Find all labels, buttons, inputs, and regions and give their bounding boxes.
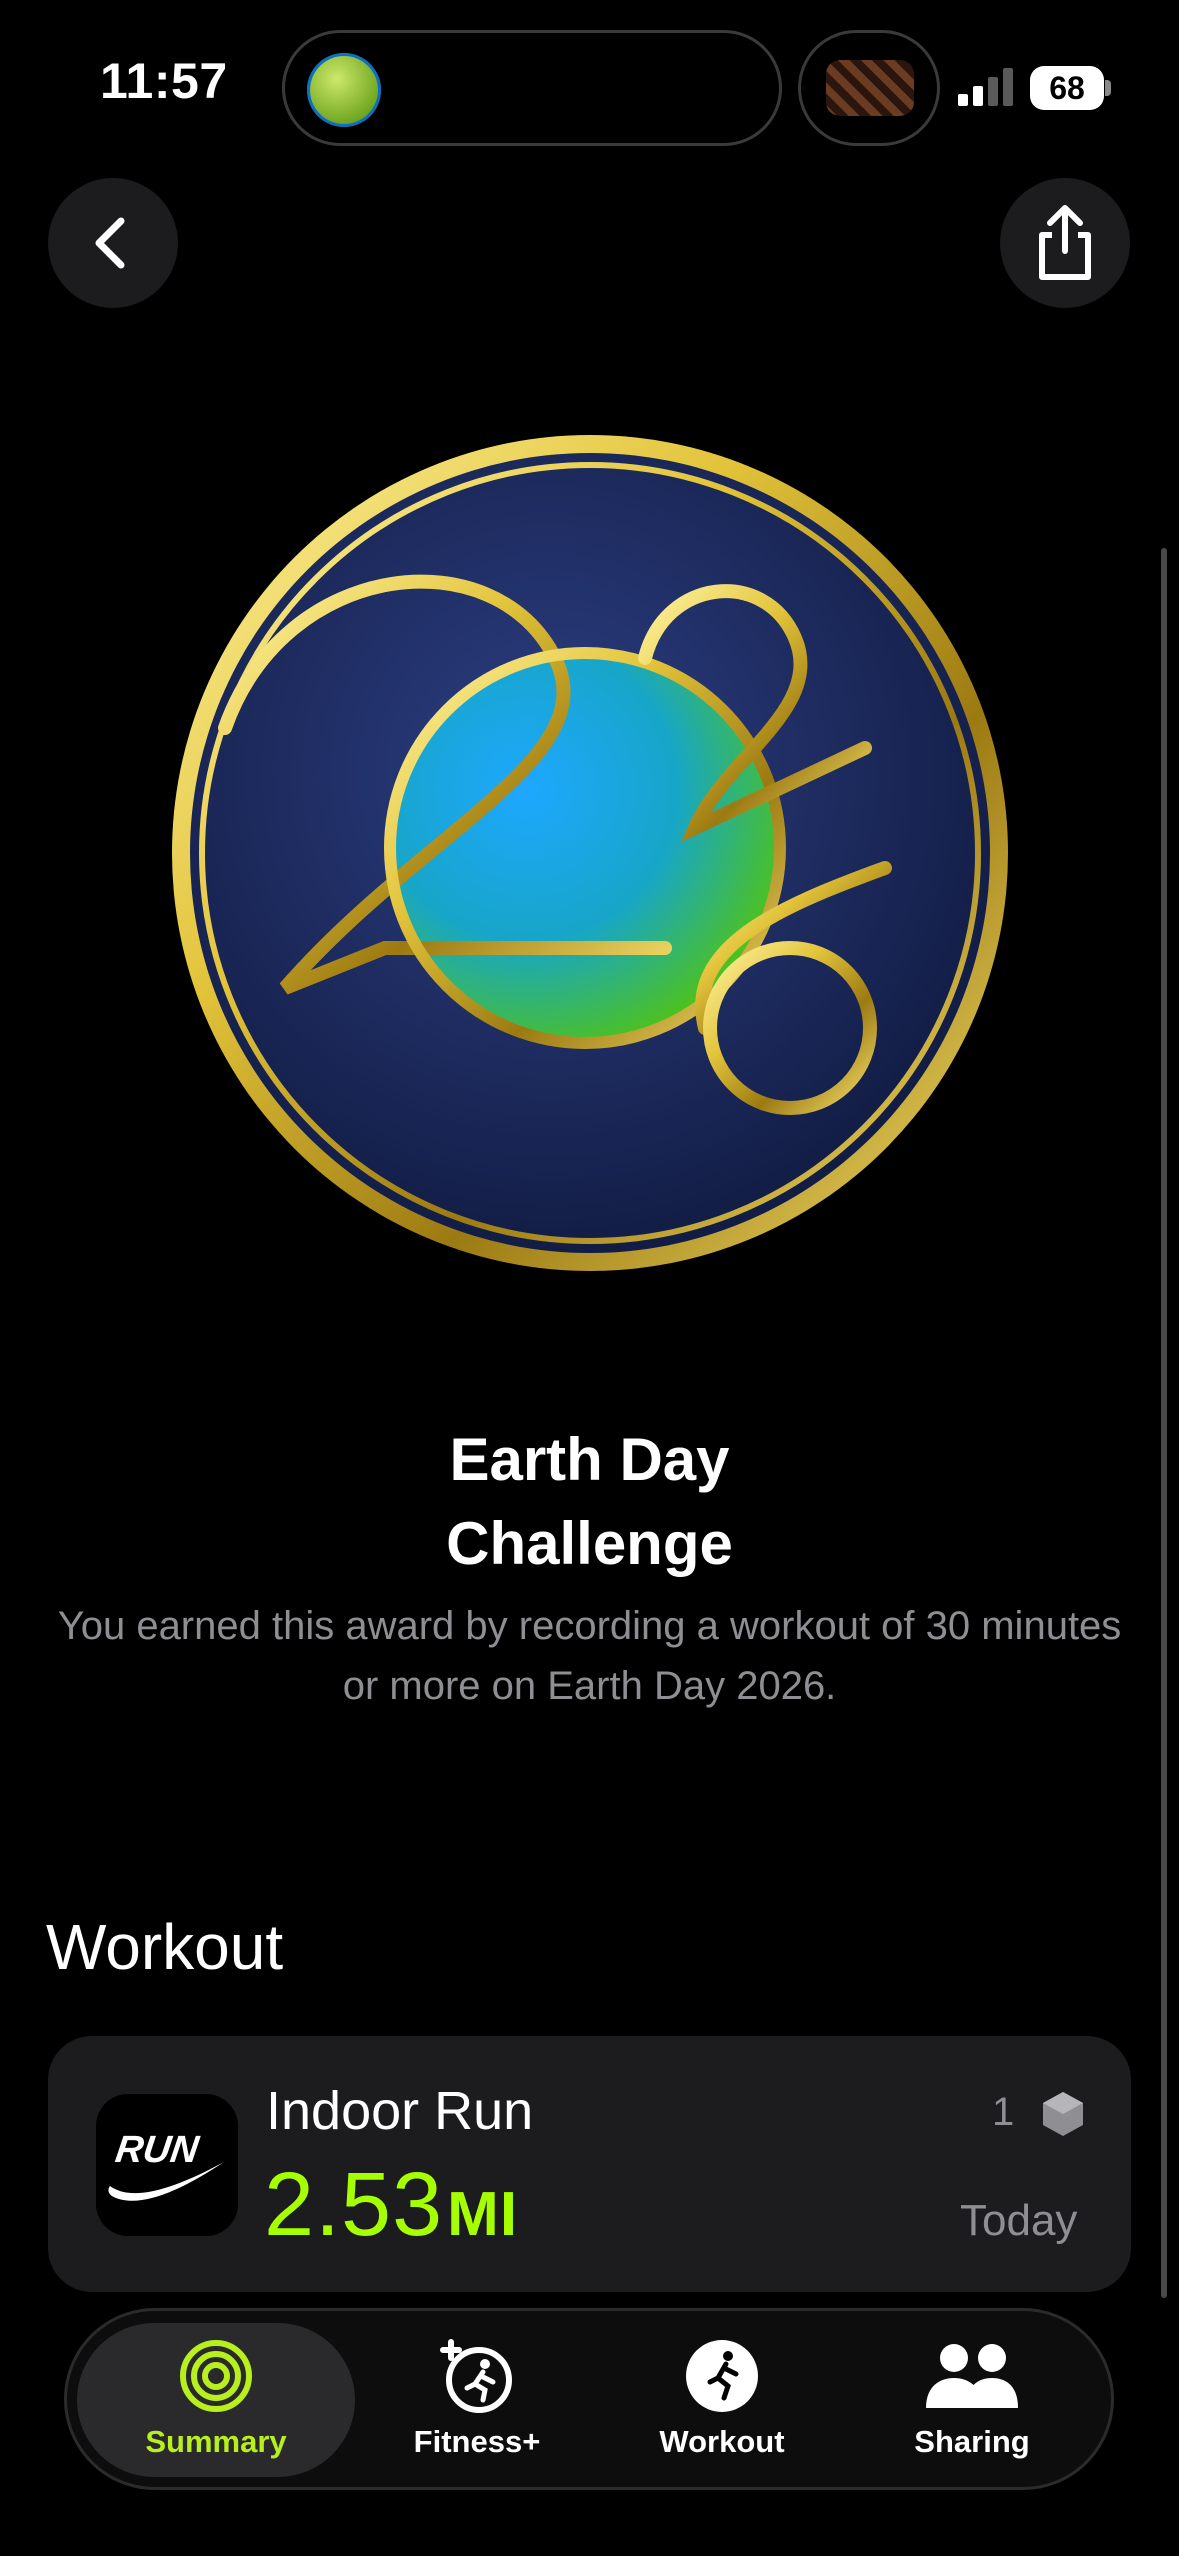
fitness-plus-icon <box>440 2339 512 2413</box>
dynamic-island-media[interactable] <box>798 30 940 146</box>
tab-bar: Summary Fitness+ Workout Sharing <box>64 2308 1114 2490</box>
workout-count-value: 1 <box>992 2090 1015 2134</box>
earth-day-medal: 2026 <box>172 428 1008 1271</box>
nike-run-app-icon: RUN <box>96 2094 238 2236</box>
tab-fitness-plus[interactable]: Fitness+ <box>357 2311 597 2487</box>
people-icon <box>926 2344 1018 2408</box>
share-icon <box>1039 205 1091 280</box>
dynamic-island-live-activity[interactable] <box>282 30 782 146</box>
battery-indicator: 68 <box>1030 66 1104 110</box>
award-title-line2: Challenge <box>446 1510 733 1577</box>
album-art-icon <box>826 60 914 116</box>
workout-date: Today <box>960 2196 1078 2245</box>
workout-card[interactable]: RUN Indoor Run 2.53MI 1 Today <box>48 2036 1131 2292</box>
award-title-line1: Earth Day <box>449 1426 730 1493</box>
tab-workout[interactable]: Workout <box>597 2311 847 2487</box>
run-icon-text: RUN <box>113 2128 203 2171</box>
share-button[interactable] <box>1000 178 1130 308</box>
tab-fitness-plus-label: Fitness+ <box>413 2424 541 2459</box>
tab-summary-label: Summary <box>145 2424 287 2459</box>
award-description: You earned this award by recording a wor… <box>57 1604 1122 1708</box>
cellular-signal-icon <box>958 68 1013 106</box>
status-time: 11:57 <box>100 53 228 109</box>
workout-distance-value: 2.53 <box>264 2155 444 2255</box>
device-hex-icon <box>1043 2092 1084 2137</box>
tab-workout-label: Workout <box>659 2424 785 2459</box>
medal-year-text: 2026 <box>590 428 626 432</box>
tab-sharing[interactable]: Sharing <box>847 2311 1097 2487</box>
scroll-indicator[interactable] <box>1161 548 1167 2298</box>
workout-name: Indoor Run <box>266 2081 534 2141</box>
chevron-left-icon <box>95 217 125 269</box>
running-figure-icon <box>686 2340 758 2412</box>
battery-tip <box>1105 80 1111 96</box>
app-avatar-icon <box>307 53 381 127</box>
workout-count: 1 <box>992 2090 1087 2138</box>
workout-section-heading: Workout <box>46 1911 284 1983</box>
activity-rings-icon <box>180 2340 252 2412</box>
back-button[interactable] <box>48 178 178 308</box>
tab-sharing-label: Sharing <box>914 2424 1030 2459</box>
award-title: Earth Day Challenge <box>0 1418 1179 1586</box>
workout-distance-unit: MI <box>447 2180 519 2249</box>
tab-summary[interactable]: Summary <box>77 2311 355 2487</box>
workout-distance: 2.53MI <box>264 2154 518 2257</box>
